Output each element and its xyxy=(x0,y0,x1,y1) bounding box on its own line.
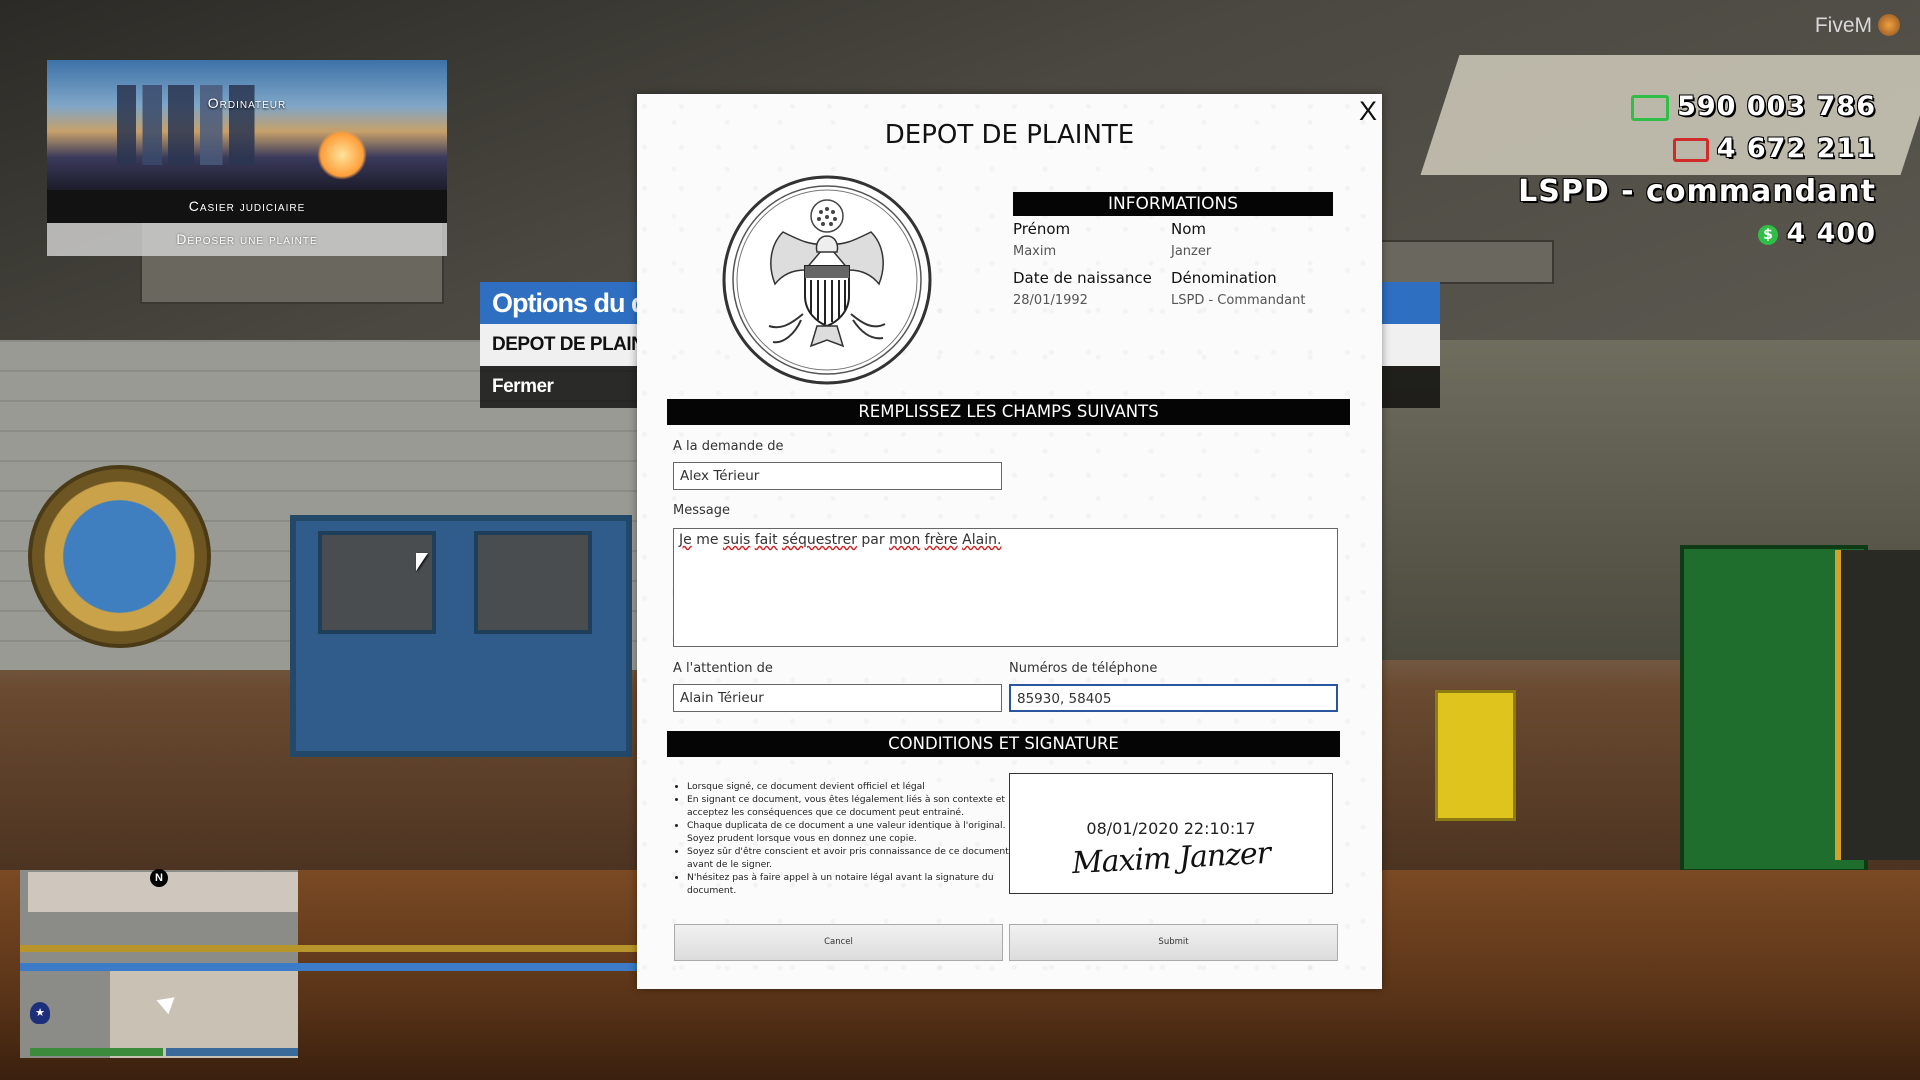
bank-amount: 590 003 786 xyxy=(1677,91,1876,122)
attention-input[interactable]: Alain Térieur xyxy=(673,684,1002,712)
message-word: séquestrer xyxy=(782,532,857,548)
signature-box[interactable]: 08/01/2020 22:10:17 Maxim Janzer xyxy=(1009,773,1333,894)
message-word: Je xyxy=(679,532,692,548)
police-blip-icon: ★ xyxy=(30,1002,50,1024)
hud-job: LSPD - commandant xyxy=(1518,174,1876,209)
nom-label: Nom xyxy=(1171,220,1207,238)
bank-cash-icon xyxy=(1631,94,1670,121)
minimap-land xyxy=(110,970,298,1058)
cancel-button[interactable]: Cancel xyxy=(674,924,1003,961)
fivem-logo-icon xyxy=(1878,14,1900,36)
door-window xyxy=(474,531,592,634)
city-seal-wall-emblem xyxy=(28,465,211,648)
hud-bank: 590 003 786 xyxy=(1631,91,1876,122)
minimap-road-yellow xyxy=(20,945,640,952)
compass-north-icon: N xyxy=(150,869,168,887)
message-textarea[interactable]: Je me suis fait séquestrer par mon frère… xyxy=(673,528,1338,647)
message-word: suis xyxy=(722,532,751,548)
message-word: frère xyxy=(924,532,958,548)
computer-menu: Ordinateur Casier judiciaire Déposer une… xyxy=(47,60,447,256)
complaint-form: X DEPOT DE PLAINTE INFORMATIONS Prénom M… xyxy=(637,94,1382,989)
hud-cash: $4 400 xyxy=(1758,218,1876,249)
denomination-label: Dénomination xyxy=(1171,269,1277,287)
message-word: me xyxy=(696,532,719,548)
menu-item-casier-judiciaire[interactable]: Casier judiciaire xyxy=(47,190,447,223)
dirty-money-icon xyxy=(1672,137,1709,162)
informations-header: INFORMATIONS xyxy=(1013,192,1333,216)
condition-item: N'hésitez pas à faire appel à un notaire… xyxy=(687,871,1017,897)
telephone-label: Numéros de téléphone xyxy=(1009,661,1158,676)
blue-door xyxy=(290,515,632,757)
prenom-label: Prénom xyxy=(1013,220,1071,238)
menu-item-deposer-plainte[interactable]: Déposer une plainte xyxy=(47,223,447,256)
message-word: Alain. xyxy=(962,532,1002,548)
message-word: par xyxy=(861,532,885,548)
condition-item: Chaque duplicata de ce document a une va… xyxy=(687,819,1017,845)
mouse-cursor-icon xyxy=(416,553,428,571)
yellow-trash-bin xyxy=(1435,690,1516,821)
condition-item: Soyez sûr d'être conscient et avoir pris… xyxy=(687,845,1017,871)
door-window xyxy=(318,531,436,634)
date-naissance-value: 28/01/1992 xyxy=(1013,293,1088,308)
demande-label: A la demande de xyxy=(673,439,784,454)
demande-input[interactable]: Alex Térieur xyxy=(673,462,1002,490)
dirty-money-amount: 4 672 211 xyxy=(1716,133,1876,164)
signature-handwritten: Maxim Janzer xyxy=(1071,835,1271,882)
fivem-watermark: FiveM xyxy=(1815,14,1900,38)
prenom-value: Maxim xyxy=(1013,244,1057,259)
conditions-section-header: CONDITIONS ET SIGNATURE xyxy=(667,731,1340,757)
health-bar xyxy=(30,1048,163,1056)
message-word: mon xyxy=(889,532,921,548)
denomination-value: LSPD - Commandant xyxy=(1171,293,1306,308)
armor-bar xyxy=(166,1048,298,1056)
submit-button[interactable]: Submit xyxy=(1009,924,1338,961)
computer-title: Ordinateur xyxy=(207,95,287,111)
nom-value: Janzer xyxy=(1171,244,1212,259)
conditions-list: Lorsque signé, ce document devient offic… xyxy=(673,780,1017,897)
fields-section-header: REMPLISSEZ LES CHAMPS SUIVANTS xyxy=(667,399,1350,425)
message-label: Message xyxy=(673,503,730,518)
sunset-image xyxy=(317,130,367,180)
condition-item: Lorsque signé, ce document devient offic… xyxy=(687,780,1017,793)
great-seal-emblem xyxy=(722,175,932,385)
hud-dirty-money: 4 672 211 xyxy=(1672,133,1876,164)
form-title: DEPOT DE PLAINTE xyxy=(884,120,1135,150)
computer-banner: Ordinateur xyxy=(47,60,447,190)
cash-amount: 4 400 xyxy=(1786,218,1876,249)
telephone-input[interactable]: 85930, 58405 xyxy=(1009,684,1338,712)
dollar-coin-icon: $ xyxy=(1758,224,1779,245)
fivem-label: FiveM xyxy=(1814,14,1872,37)
condition-item: En signant ce document, vous êtes légale… xyxy=(687,793,1017,819)
minimap-road-blue xyxy=(20,963,640,971)
date-naissance-label: Date de naissance xyxy=(1013,269,1152,287)
vending-machine xyxy=(1835,550,1920,860)
attention-label: A l'attention de xyxy=(673,661,773,676)
message-word: fait xyxy=(754,532,778,548)
